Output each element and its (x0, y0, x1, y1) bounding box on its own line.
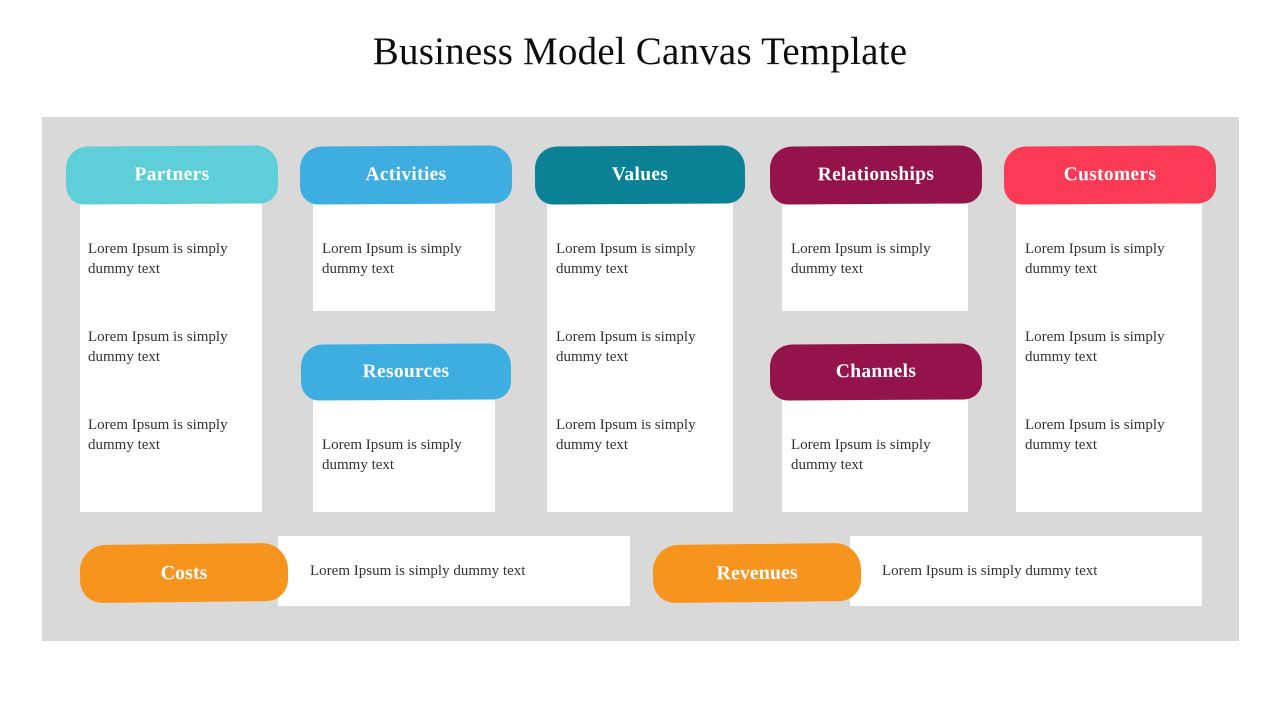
revenues-header[interactable]: Revenues (652, 542, 862, 604)
values-item-2: Lorem Ipsum is simply dummy text (556, 329, 696, 365)
customers-item-1: Lorem Ipsum is simply dummy text (1025, 241, 1165, 277)
relationships-item-1: Lorem Ipsum is simply dummy text (791, 241, 931, 277)
partners-item-3: Lorem Ipsum is simply dummy text (88, 417, 228, 453)
partners-header-label: Partners (134, 163, 210, 186)
slide-canvas: Business Model Canvas Template Partners … (0, 0, 1280, 720)
values-item-1: Lorem Ipsum is simply dummy text (556, 241, 696, 277)
revenues-description: Lorem Ipsum is simply dummy text (882, 563, 1098, 579)
costs-description: Lorem Ipsum is simply dummy text (310, 563, 526, 579)
values-header[interactable]: Values (534, 145, 746, 205)
partners-header[interactable]: Partners (65, 145, 279, 205)
relationships-header-label: Relationships (817, 163, 935, 186)
resources-header-label: Resources (362, 360, 450, 383)
costs-header[interactable]: Costs (79, 542, 289, 604)
costs-header-label: Costs (160, 561, 208, 584)
page-title: Business Model Canvas Template (372, 30, 908, 73)
values-header-label: Values (611, 163, 669, 186)
values-item-3: Lorem Ipsum is simply dummy text (556, 417, 696, 453)
activities-item-1: Lorem Ipsum is simply dummy text (322, 241, 462, 277)
channels-header[interactable]: Channels (769, 343, 983, 401)
customers-header-label: Customers (1063, 163, 1157, 186)
resources-item-1: Lorem Ipsum is simply dummy text (322, 437, 462, 473)
channels-header-label: Channels (835, 360, 917, 383)
partners-item-1: Lorem Ipsum is simply dummy text (88, 241, 228, 277)
resources-header[interactable]: Resources (300, 343, 512, 401)
revenues-header-label: Revenues (716, 561, 798, 584)
customers-header[interactable]: Customers (1003, 145, 1217, 205)
activities-header-label: Activities (365, 163, 447, 186)
relationships-header[interactable]: Relationships (769, 145, 983, 205)
customers-item-3: Lorem Ipsum is simply dummy text (1025, 417, 1165, 453)
customers-item-2: Lorem Ipsum is simply dummy text (1025, 329, 1165, 365)
channels-item-1: Lorem Ipsum is simply dummy text (791, 437, 931, 473)
partners-item-2: Lorem Ipsum is simply dummy text (88, 329, 228, 365)
activities-header[interactable]: Activities (299, 145, 513, 205)
